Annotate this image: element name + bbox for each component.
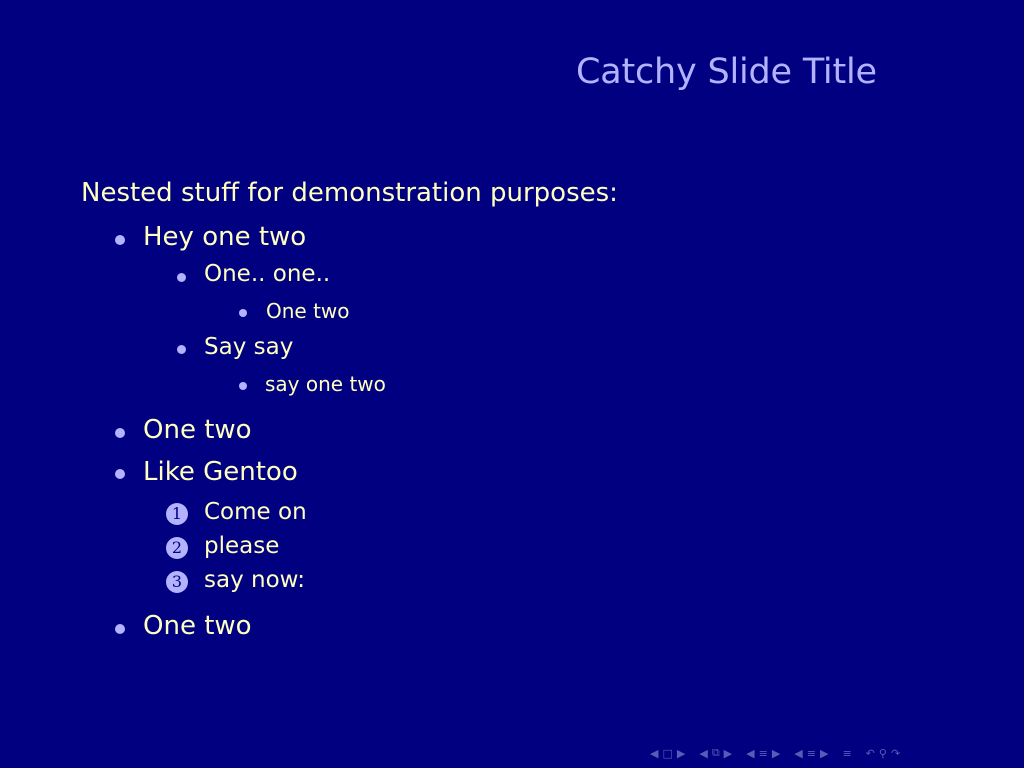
intro-text: Nested stuff for demonstration purposes:	[81, 178, 618, 208]
enum-number-icon: 1	[166, 503, 188, 525]
slide-content: Nested stuff for demonstration purposes:…	[0, 0, 1024, 740]
list-item: Say say	[204, 334, 294, 360]
bullet-icon	[177, 273, 186, 282]
enum-number-icon: 3	[166, 571, 188, 593]
nav-prev-arrow-icon[interactable]: ◀	[794, 747, 802, 760]
list-item: Come on	[204, 499, 307, 525]
nav-prev-arrow-icon[interactable]: ◀	[699, 747, 707, 760]
nav-next-arrow-icon[interactable]: ▶	[677, 747, 685, 760]
bullet-icon	[115, 235, 125, 245]
nav-prev-arrow-icon[interactable]: ◀	[650, 747, 658, 760]
bullet-icon	[239, 382, 247, 390]
nav-section-icon[interactable]: ≡	[759, 747, 768, 760]
bullet-icon	[177, 345, 186, 354]
list-item: Like Gentoo	[143, 457, 298, 487]
nav-next-arrow-icon[interactable]: ▶	[772, 747, 780, 760]
nav-next-arrow-icon[interactable]: ▶	[724, 747, 732, 760]
bullet-icon	[115, 624, 125, 634]
nav-subsection-icon[interactable]: ⧉	[712, 746, 720, 760]
nav-back-icon[interactable]: ↶	[866, 747, 875, 760]
list-item: Hey one two	[143, 222, 307, 252]
list-item: One.. one..	[204, 261, 331, 287]
nav-next-arrow-icon[interactable]: ▶	[820, 747, 828, 760]
nav-frame-icon[interactable]: □	[662, 747, 672, 760]
list-item: say now:	[204, 567, 305, 593]
list-item: One two	[143, 415, 252, 445]
list-item: say one two	[265, 372, 386, 396]
enum-number-icon: 2	[166, 537, 188, 559]
nav-forward-icon[interactable]: ↷	[891, 747, 900, 760]
list-item: One two	[143, 611, 252, 641]
bullet-icon	[115, 428, 125, 438]
nav-search-icon[interactable]: ⚲	[879, 747, 887, 760]
bullet-icon	[239, 309, 247, 317]
nav-prev-arrow-icon[interactable]: ◀	[746, 747, 754, 760]
list-item: please	[204, 533, 280, 559]
navigation-bar: ◀ □ ▶ ◀ ⧉ ▶ ◀ ≡ ▶ ◀ ≡ ▶ ≡ ↶ ⚲ ↷	[650, 744, 904, 762]
bullet-icon	[115, 469, 125, 479]
nav-document-icon[interactable]: ≡	[807, 747, 816, 760]
nav-appendix-icon[interactable]: ≡	[842, 747, 851, 760]
list-item: One two	[266, 299, 350, 323]
